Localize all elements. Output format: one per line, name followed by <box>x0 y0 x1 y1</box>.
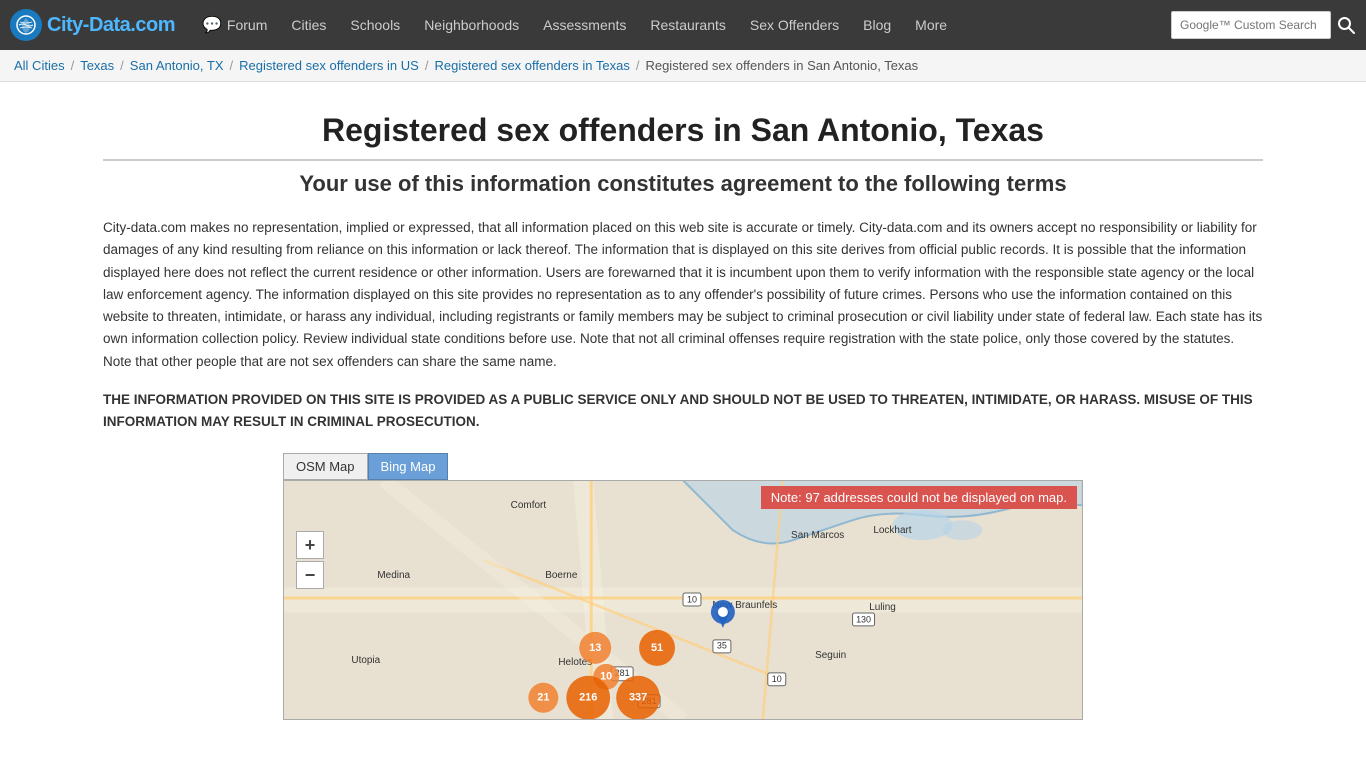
bc-sep-1: / <box>71 58 75 73</box>
map-note: Note: 97 addresses could not be displaye… <box>761 486 1077 509</box>
bc-sep-4: / <box>425 58 429 73</box>
disclaimer-text: City-data.com makes no representation, i… <box>103 217 1263 373</box>
cluster-13[interactable]: 13 <box>579 632 611 664</box>
svg-text:San Marcos: San Marcos <box>791 531 844 542</box>
main-content: Registered sex offenders in San Antonio,… <box>83 82 1283 740</box>
bing-map-tab[interactable]: Bing Map <box>368 453 449 480</box>
nav-assessments[interactable]: Assessments <box>531 0 638 50</box>
nav-blog[interactable]: Blog <box>851 0 903 50</box>
breadcrumb-all-cities[interactable]: All Cities <box>14 58 65 73</box>
svg-text:Boerne: Boerne <box>545 570 578 581</box>
breadcrumb-registered-texas[interactable]: Registered sex offenders in Texas <box>434 58 629 73</box>
cluster-51[interactable]: 51 <box>639 630 675 666</box>
map-container: OSM Map Bing Map Note: 97 addresses coul… <box>283 453 1083 720</box>
nav-more[interactable]: More <box>903 0 959 50</box>
nav-forum[interactable]: 💬 Forum <box>190 0 279 50</box>
nav-cities[interactable]: Cities <box>279 0 338 50</box>
nav-neighborhoods[interactable]: Neighborhoods <box>412 0 531 50</box>
bc-sep-3: / <box>230 58 234 73</box>
nav-restaurants[interactable]: Restaurants <box>638 0 737 50</box>
bc-sep-5: / <box>636 58 640 73</box>
svg-text:10: 10 <box>772 675 782 685</box>
svg-text:35: 35 <box>717 641 727 651</box>
forum-icon: 💬 <box>202 15 222 35</box>
top-navigation: City-Data.com 💬 Forum Cities Schools Nei… <box>0 0 1366 50</box>
svg-text:Medina: Medina <box>377 570 410 581</box>
logo-text: City-Data.com <box>47 14 175 37</box>
svg-text:216: 216 <box>579 692 597 704</box>
svg-text:130: 130 <box>856 615 871 625</box>
svg-text:337: 337 <box>629 692 647 704</box>
svg-text:Utopia: Utopia <box>351 655 380 666</box>
search-input[interactable] <box>1171 11 1331 39</box>
svg-text:10: 10 <box>687 595 697 605</box>
breadcrumb: All Cities / Texas / San Antonio, TX / R… <box>0 50 1366 82</box>
svg-text:Seguin: Seguin <box>815 650 846 661</box>
svg-text:Lockhart: Lockhart <box>873 526 911 537</box>
zoom-in-button[interactable]: + <box>296 531 324 559</box>
svg-text:51: 51 <box>651 642 663 654</box>
svg-text:Luling: Luling <box>869 602 896 613</box>
breadcrumb-san-antonio[interactable]: San Antonio, TX <box>130 58 224 73</box>
breadcrumb-registered-us[interactable]: Registered sex offenders in US <box>239 58 419 73</box>
bc-sep-2: / <box>120 58 124 73</box>
breadcrumb-current: Registered sex offenders in San Antonio,… <box>645 58 918 73</box>
logo[interactable]: City-Data.com <box>10 9 175 41</box>
osm-map-tab[interactable]: OSM Map <box>283 453 368 480</box>
cluster-216[interactable]: 216 <box>566 676 610 719</box>
map-tabs: OSM Map Bing Map <box>283 453 1083 480</box>
search-area <box>1171 11 1356 39</box>
cluster-337[interactable]: 337 <box>616 676 660 719</box>
warning-text: THE INFORMATION PROVIDED ON THIS SITE IS… <box>103 389 1263 434</box>
page-title: Registered sex offenders in San Antonio,… <box>103 112 1263 161</box>
map-svg: 281 10 35 130 10 281 Comfort Medina <box>284 481 1082 719</box>
map-zoom-controls: + − <box>296 531 324 589</box>
svg-text:21: 21 <box>537 692 549 704</box>
logo-icon <box>10 9 42 41</box>
nav-sex-offenders[interactable]: Sex Offenders <box>738 0 851 50</box>
search-button[interactable] <box>1336 15 1356 35</box>
page-subtitle: Your use of this information constitutes… <box>103 171 1263 197</box>
cluster-21[interactable]: 21 <box>528 683 558 713</box>
svg-text:Comfort: Comfort <box>511 501 547 512</box>
zoom-out-button[interactable]: − <box>296 561 324 589</box>
nav-schools[interactable]: Schools <box>338 0 412 50</box>
breadcrumb-texas[interactable]: Texas <box>80 58 114 73</box>
svg-text:13: 13 <box>589 642 601 654</box>
map-wrapper: Note: 97 addresses could not be displaye… <box>283 480 1083 720</box>
